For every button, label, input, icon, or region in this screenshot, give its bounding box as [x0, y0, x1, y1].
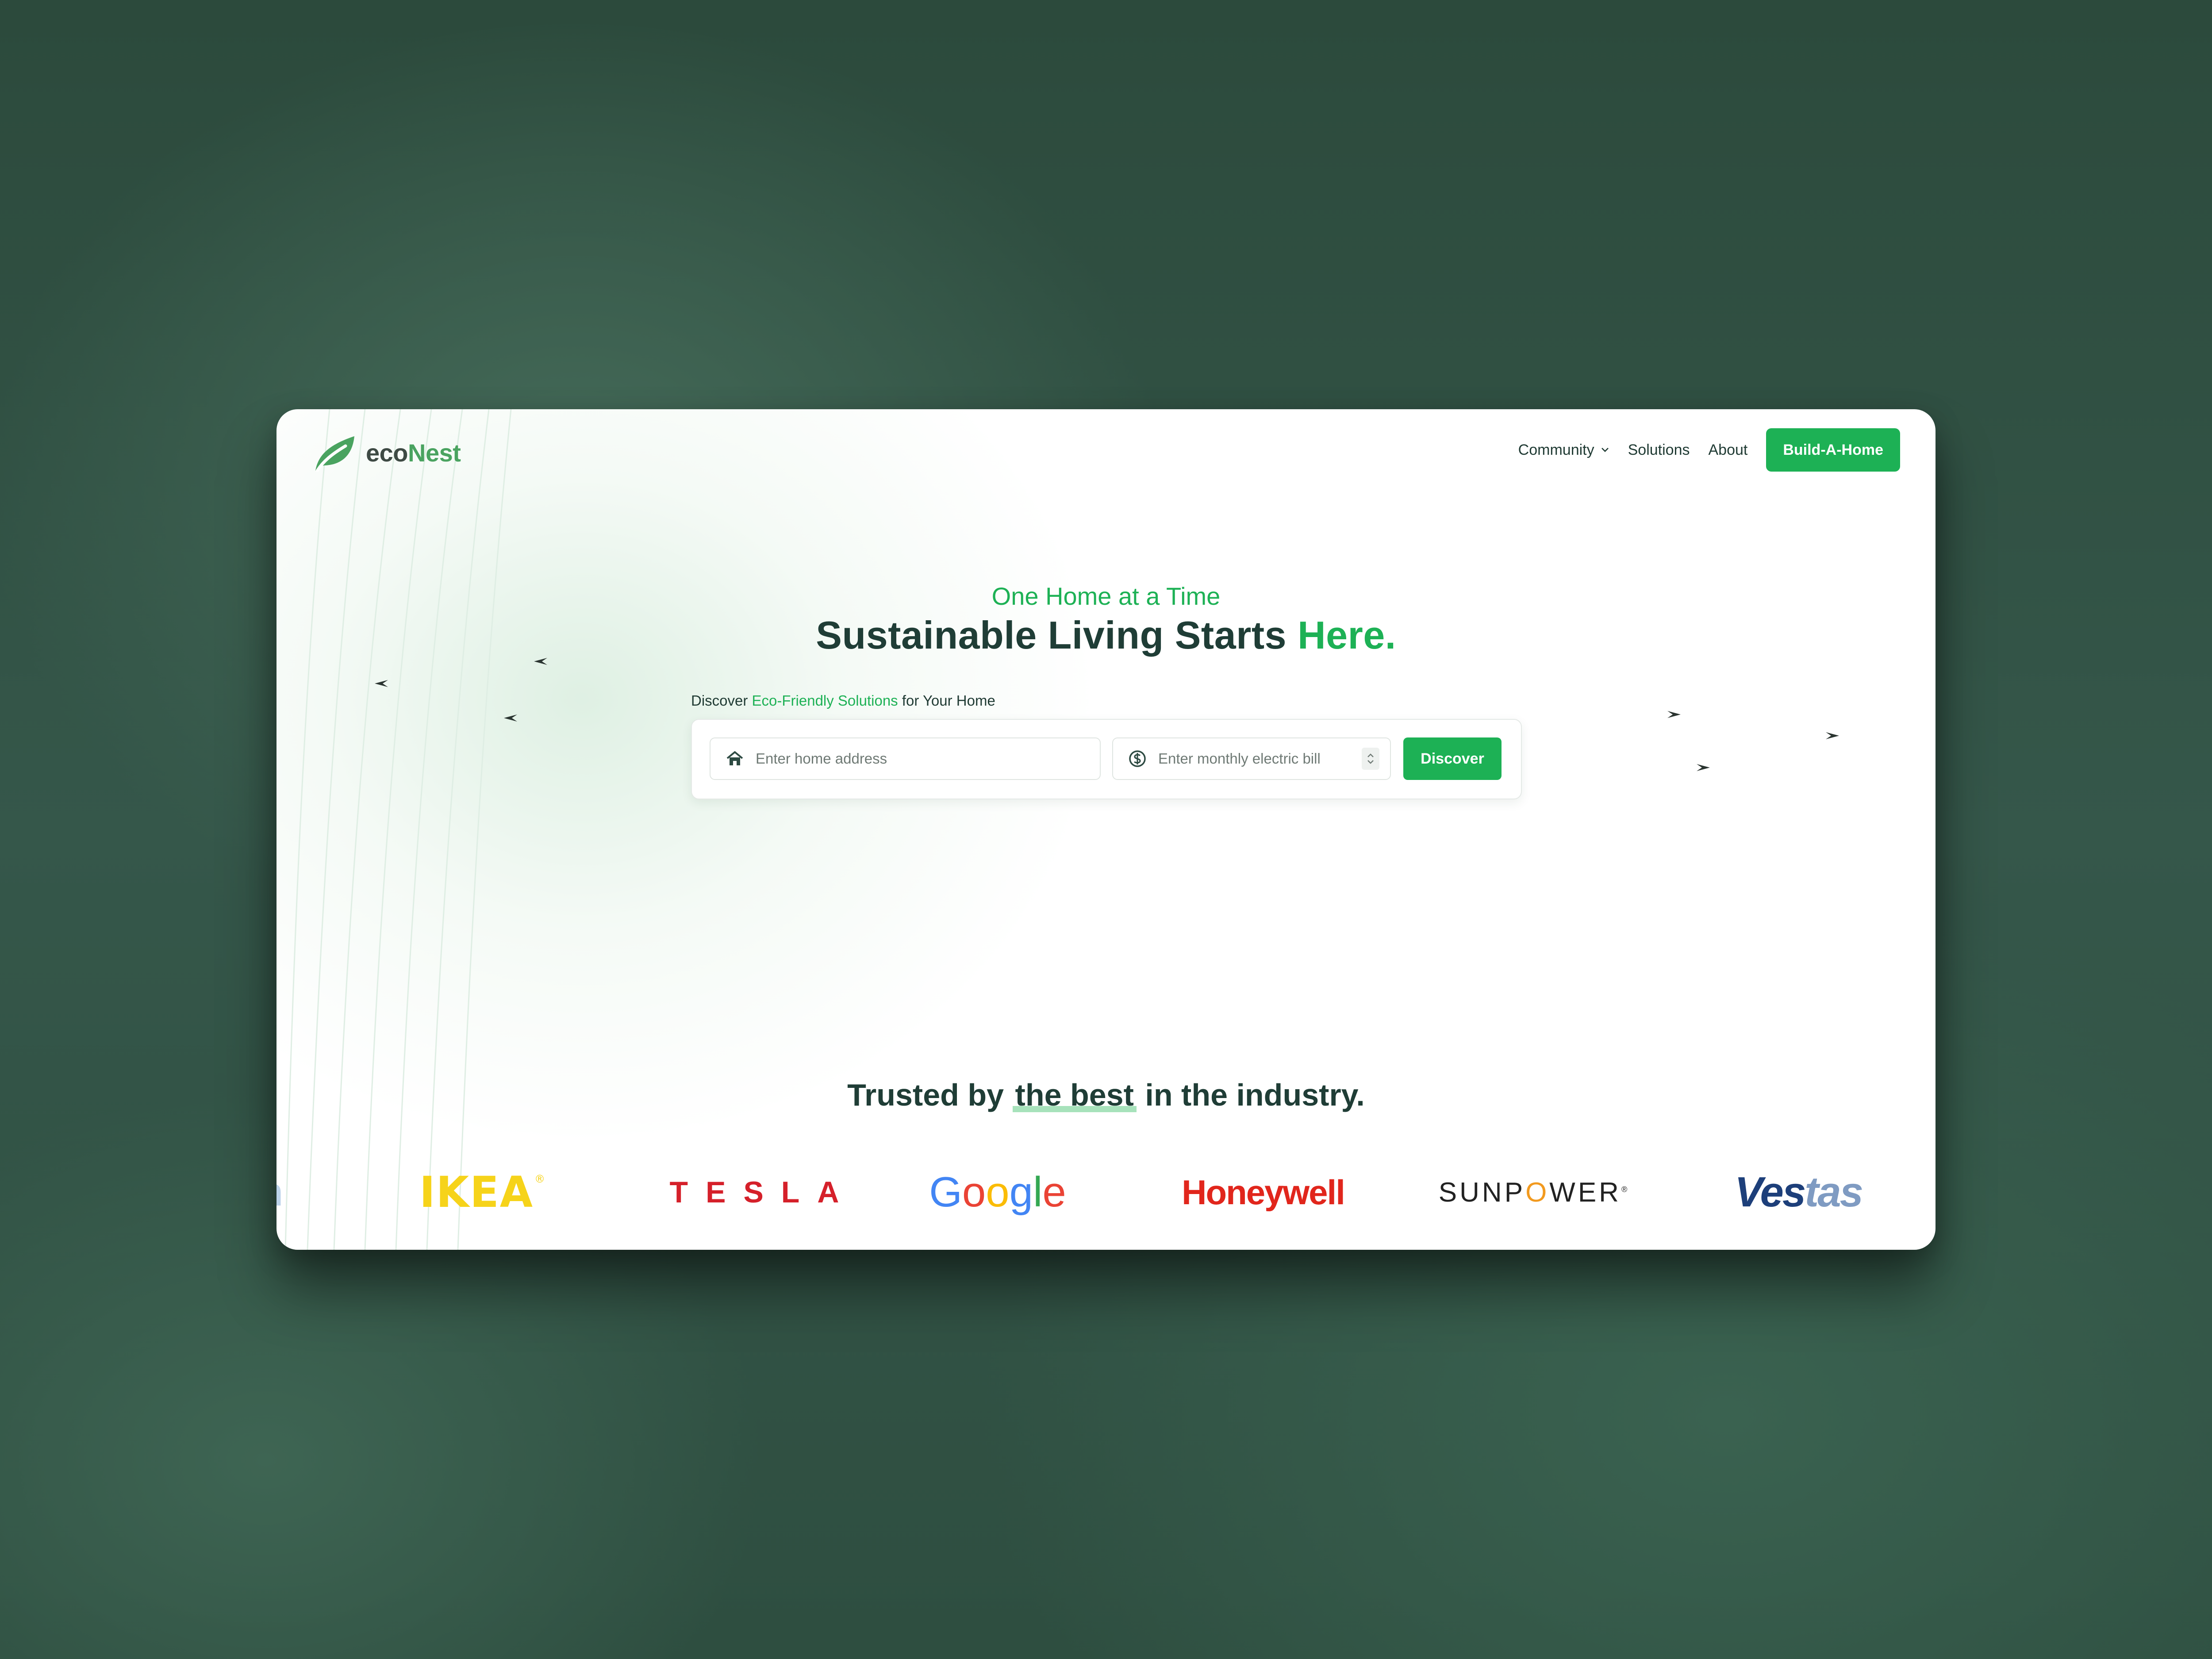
hero-title-main: Sustainable Living Starts [816, 613, 1298, 657]
bird-icon [1826, 732, 1839, 739]
partner-logo-tesla: TESLA [670, 1161, 852, 1223]
nav-about[interactable]: About [1708, 442, 1747, 459]
decorative-lines [284, 409, 512, 1250]
google-letter: g [1009, 1168, 1033, 1216]
tesla-wordmark: TESLA [669, 1175, 857, 1209]
dollar-circle-icon [1129, 750, 1146, 767]
honeywell-wordmark: Honeywell [1182, 1172, 1345, 1212]
sunpower-mark: ® [1621, 1184, 1628, 1194]
browser-window: ecoNest Community Solutions About Build-… [276, 409, 1936, 1250]
partner-logos: n IKEA® TESLA Google Honeywell SUNPOWER®… [276, 1161, 1936, 1223]
google-letter: e [1042, 1168, 1066, 1216]
discover-button[interactable]: Discover [1403, 737, 1502, 780]
brand-eco: eco [366, 438, 408, 467]
discover-label-suffix: for Your Home [898, 692, 995, 709]
trusted-prefix: Trusted by [847, 1078, 1013, 1112]
site-logo[interactable]: ecoNest [312, 430, 461, 475]
partner-logo-sunpower: SUNPOWER® [1439, 1161, 1627, 1223]
bird-icon [375, 680, 388, 687]
hero-title-accent: Here. [1298, 613, 1396, 657]
partner-logo-google: Google [929, 1161, 1066, 1223]
home-icon [726, 751, 743, 765]
partner-logo-partial: n [276, 1161, 303, 1223]
vestas-part-a: Ves [1735, 1168, 1806, 1216]
bird-icon [504, 714, 517, 722]
stepper-arrows-icon[interactable] [1362, 748, 1379, 770]
discover-label-accent: Eco-Friendly Solutions [752, 692, 898, 709]
vestas-part-b: tas [1805, 1168, 1863, 1216]
brand-name: ecoNest [366, 438, 461, 467]
nav-community[interactable]: Community [1518, 442, 1609, 459]
sunpower-wordmark: SUNPOWER® [1439, 1177, 1627, 1208]
partner-logo-honeywell: Honeywell [1170, 1161, 1356, 1223]
brand-nest: Nest [408, 438, 461, 467]
sunpower-part-o: O [1525, 1177, 1550, 1208]
stepper-up-icon[interactable] [1367, 753, 1375, 758]
hero-title: Sustainable Living Starts Here. [276, 613, 1936, 658]
partner-logo-ikea: IKEA ® [396, 1161, 568, 1223]
trusted-highlight: the best [1012, 1078, 1137, 1112]
bird-icon [1667, 711, 1681, 718]
google-letter: l [1033, 1168, 1043, 1216]
chevron-down-icon [1601, 448, 1609, 452]
main-nav: Community Solutions About Build-A-Home [1518, 428, 1900, 472]
hero-subtitle: One Home at a Time [991, 582, 1221, 610]
sunpower-part-b: WER [1549, 1177, 1621, 1208]
google-letter: G [929, 1168, 962, 1216]
bill-input[interactable] [1157, 750, 1362, 768]
bird-icon [534, 658, 547, 665]
google-letter: o [962, 1168, 986, 1216]
nav-community-label: Community [1518, 441, 1594, 458]
partner-logo-partial-text: n [276, 1170, 283, 1215]
bird-icon [1697, 764, 1710, 771]
discover-form: Discover [691, 719, 1522, 799]
address-input[interactable] [755, 750, 1100, 768]
vestas-wordmark: Vestas [1735, 1168, 1863, 1217]
discover-label-prefix: Discover [691, 692, 752, 709]
partner-logo-vestas: Vestas [1705, 1161, 1891, 1223]
build-a-home-button[interactable]: Build-A-Home [1766, 428, 1900, 472]
bill-field[interactable] [1112, 737, 1391, 780]
google-letter: o [986, 1168, 1010, 1216]
discover-label: Discover Eco-Friendly Solutions for Your… [691, 692, 995, 709]
ikea-mark: ® [534, 1173, 545, 1185]
address-field[interactable] [710, 737, 1101, 780]
nav-solutions[interactable]: Solutions [1628, 442, 1690, 459]
trusted-suffix: in the industry. [1136, 1078, 1365, 1112]
leaf-icon [315, 436, 354, 472]
trusted-heading: Trusted by the best in the industry. [276, 1077, 1936, 1113]
ikea-wordmark: IKEA [419, 1167, 534, 1217]
sunpower-part-a: SUNP [1438, 1177, 1526, 1208]
stepper-down-icon[interactable] [1367, 760, 1375, 764]
